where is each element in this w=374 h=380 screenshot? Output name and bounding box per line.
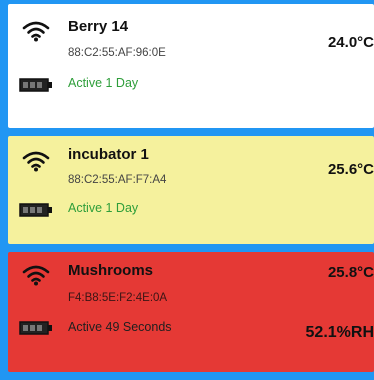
device-name: incubator 1: [68, 146, 149, 163]
device-card-incubator-1[interactable]: incubator 1 88:C2:55:AF:F7:A4 Active 1 D…: [8, 136, 374, 244]
temperature-reading: 24.0°C: [327, 34, 374, 51]
device-name: Berry 14: [68, 18, 129, 35]
device-status: Active 49 Seconds: [68, 320, 172, 334]
humidity-reading: 52.1%RH: [305, 324, 374, 341]
device-status: Active 1 Day: [68, 201, 139, 215]
battery-icon: [19, 203, 52, 217]
battery-icon: [19, 78, 52, 92]
device-status: Active 1 Day: [68, 76, 139, 90]
wifi-icon: [22, 151, 50, 172]
battery-icon: [19, 321, 52, 335]
wifi-icon: [22, 265, 50, 286]
device-mac-address: F4:B8:5E:F2:4E:0A: [68, 292, 168, 304]
device-mac-address: 88:C2:55:AF:F7:A4: [68, 174, 167, 186]
device-name: Mushrooms: [68, 262, 154, 279]
device-card-mushrooms[interactable]: Mushrooms F4:B8:5E:F2:4E:0A Active 49 Se…: [8, 252, 374, 372]
wifi-icon: [22, 21, 50, 42]
temperature-reading: 25.6°C: [327, 161, 374, 178]
temperature-reading: 25.8°C: [327, 264, 374, 281]
device-card-berry-14[interactable]: Berry 14 88:C2:55:AF:96:0E Active 1 Day …: [8, 4, 374, 128]
device-list: Berry 14 88:C2:55:AF:96:0E Active 1 Day …: [8, 4, 374, 380]
device-mac-address: 88:C2:55:AF:96:0E: [68, 47, 166, 59]
